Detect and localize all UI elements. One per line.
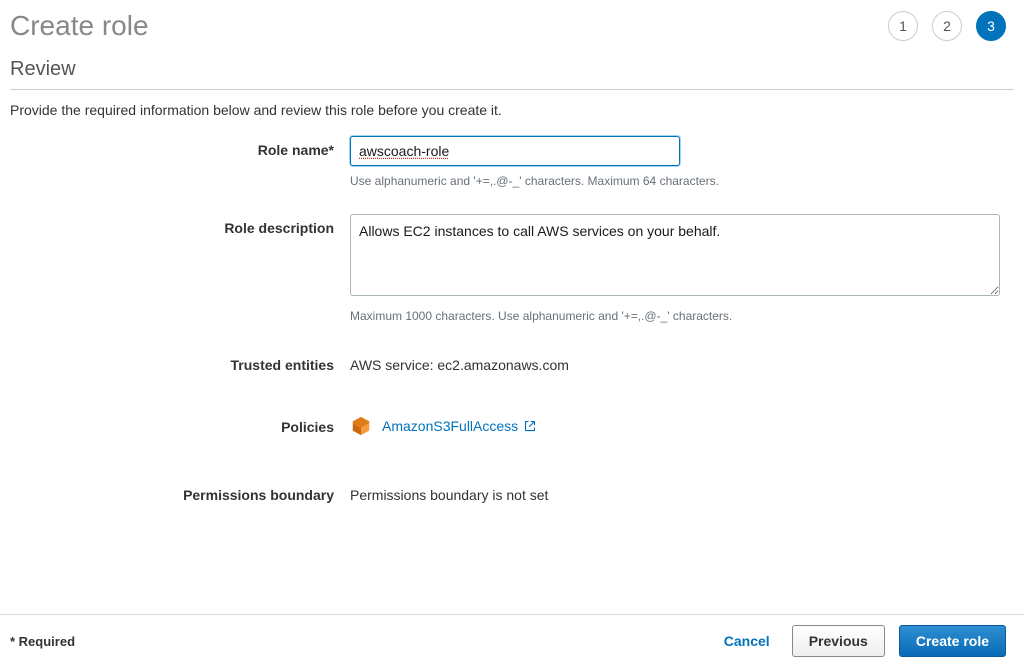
section-title: Review (0, 44, 1024, 89)
step-1[interactable]: 1 (888, 11, 918, 41)
page-title: Create role (10, 10, 149, 42)
cancel-button[interactable]: Cancel (716, 627, 778, 655)
trusted-entities-value: AWS service: ec2.amazonaws.com (350, 351, 1010, 373)
role-description-label: Role description (10, 214, 350, 236)
instruction-text: Provide the required information below a… (0, 100, 1024, 136)
external-link-icon (524, 420, 536, 432)
policy-box-icon (350, 415, 372, 437)
policy-link[interactable]: AmazonS3FullAccess (382, 418, 536, 434)
step-indicator: 1 2 3 (888, 11, 1006, 41)
step-2[interactable]: 2 (932, 11, 962, 41)
required-note: * Required (10, 634, 75, 649)
create-role-button[interactable]: Create role (899, 625, 1006, 657)
divider (10, 89, 1014, 90)
role-description-help: Maximum 1000 characters. Use alphanumeri… (350, 309, 1010, 323)
role-name-help: Use alphanumeric and '+=,.@-_' character… (350, 174, 1010, 188)
policies-label: Policies (10, 413, 350, 435)
trusted-entities-label: Trusted entities (10, 351, 350, 373)
role-name-input[interactable] (350, 136, 680, 166)
role-name-label: Role name* (10, 136, 350, 158)
permissions-boundary-label: Permissions boundary (10, 481, 350, 503)
policy-link-text: AmazonS3FullAccess (382, 418, 518, 434)
previous-button[interactable]: Previous (792, 625, 885, 657)
step-3[interactable]: 3 (976, 11, 1006, 41)
role-description-input[interactable] (350, 214, 1000, 296)
permissions-boundary-value: Permissions boundary is not set (350, 481, 1010, 503)
